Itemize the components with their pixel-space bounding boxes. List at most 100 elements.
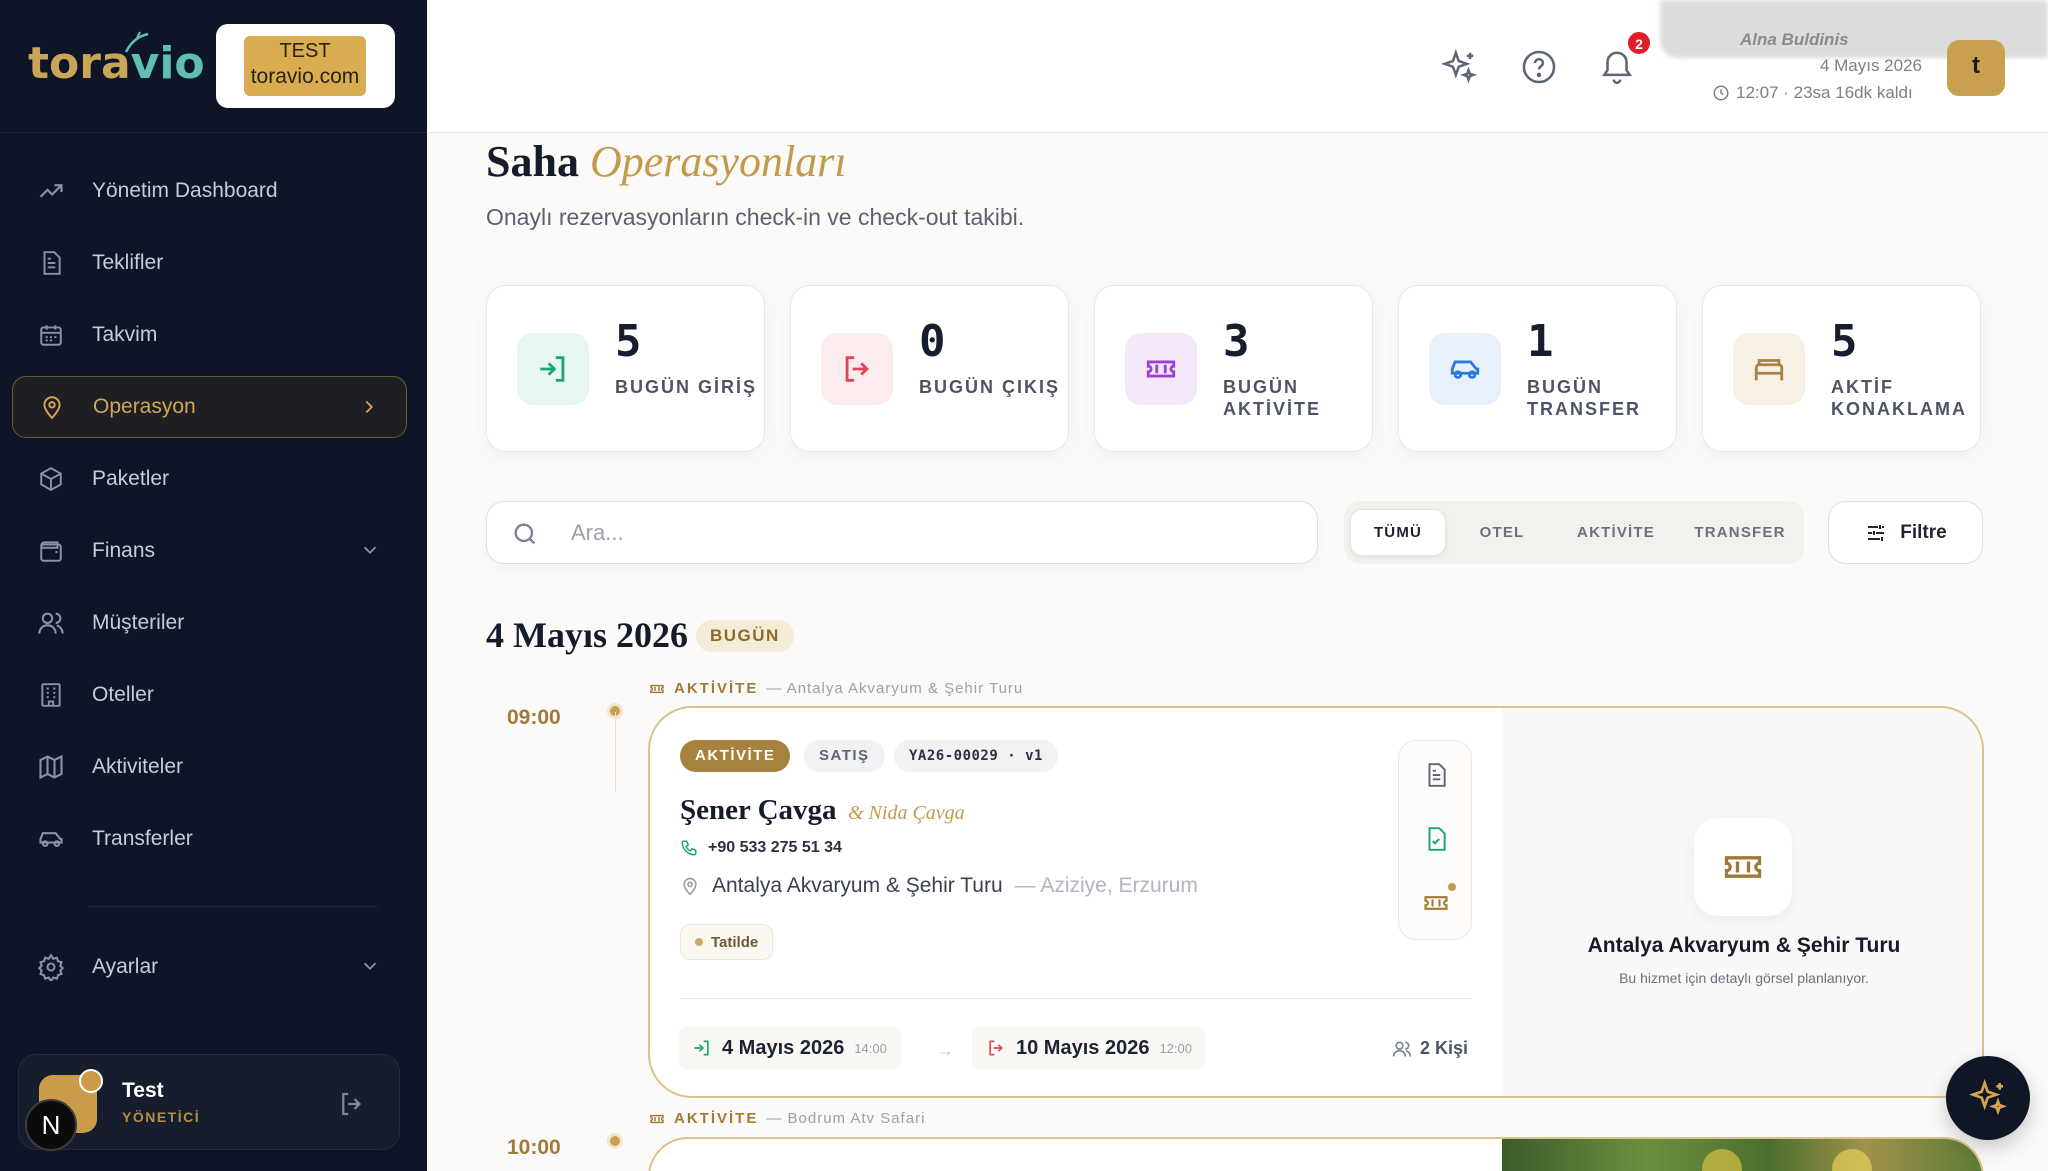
pill-reservation-code[interactable]: YA26-00029 · v1 bbox=[894, 740, 1058, 772]
env-label: TEST bbox=[279, 40, 331, 62]
car-icon bbox=[36, 824, 66, 854]
filter-button[interactable]: Filtre bbox=[1828, 501, 1983, 564]
checkin-time: 14:00 bbox=[854, 1040, 887, 1056]
stat-card-accommodation[interactable]: 5 AKTİF KONAKLAMA bbox=[1702, 285, 1981, 452]
sidebar-item-ayarlar[interactable]: Ayarlar bbox=[12, 936, 407, 998]
sidebar-item-paketler[interactable]: Paketler bbox=[12, 448, 407, 510]
sidebar-item-musteriler[interactable]: Müşteriler bbox=[12, 592, 407, 654]
sidebar-item-label: Takvim bbox=[92, 323, 158, 346]
event-card[interactable] bbox=[648, 1137, 1984, 1171]
status-badge: Tatilde bbox=[680, 924, 774, 960]
login-icon bbox=[517, 333, 589, 405]
event-time: 10:00 bbox=[507, 1136, 561, 1159]
people-label: 2 Kişi bbox=[1420, 1038, 1469, 1058]
tab-transfer[interactable]: TRANSFER bbox=[1684, 509, 1796, 556]
map-pin-icon bbox=[683, 877, 697, 896]
stat-value: 0 bbox=[919, 316, 946, 367]
page-title: Saha Operasyonları bbox=[486, 137, 847, 186]
file-check-icon[interactable] bbox=[1412, 815, 1460, 863]
help-icon[interactable] bbox=[1520, 48, 1558, 86]
clock-icon bbox=[1713, 85, 1729, 101]
bell-icon[interactable] bbox=[1598, 48, 1636, 86]
sidebar-item-takvim[interactable]: Takvim bbox=[12, 304, 407, 366]
tab-hotel[interactable]: OTEL bbox=[1454, 509, 1550, 556]
sidebar-item-label: Finans bbox=[92, 539, 156, 562]
event-photo bbox=[1502, 1139, 1982, 1171]
search-input[interactable] bbox=[571, 516, 1271, 550]
today-badge: BUGÜN bbox=[696, 620, 794, 652]
sidebar-item-dashboard[interactable]: Yönetim Dashboard bbox=[12, 160, 407, 222]
event-kind: AKTİVİTE bbox=[674, 1110, 759, 1127]
event-header: AKTİVİTE — Bodrum Atv Safari bbox=[648, 1110, 925, 1127]
stat-value: 1 bbox=[1527, 316, 1554, 367]
stat-card-checkout[interactable]: 0 BUGÜN ÇIKIŞ bbox=[790, 285, 1069, 452]
sidebar-nav: Yönetim Dashboard Teklifler Takvim Opera… bbox=[12, 160, 407, 880]
sidebar-item-transferler[interactable]: Transferler bbox=[12, 808, 407, 870]
event-head-name: — Antalya Akvaryum & Şehir Turu bbox=[766, 680, 1024, 697]
ai-assistant-button[interactable] bbox=[1946, 1056, 2030, 1140]
avatar[interactable]: t bbox=[1947, 40, 2005, 96]
stat-value: 3 bbox=[1223, 316, 1250, 367]
document-icon[interactable] bbox=[1412, 751, 1460, 799]
time-remaining: 12:07 · 23sa 16dk kaldı bbox=[1712, 83, 1913, 103]
day-title: 4 Mayıs 2026 bbox=[486, 615, 688, 655]
chevron-down-icon bbox=[359, 955, 381, 977]
guest-phone[interactable]: +90 533 275 51 34 bbox=[680, 839, 842, 857]
event-card[interactable]: AKTİVİTE SATIŞ YA26-00029 · v1 Şener Çav… bbox=[648, 706, 1984, 1098]
divider bbox=[0, 132, 427, 133]
user-card[interactable]: N Test YÖNETİCİ bbox=[18, 1054, 400, 1151]
sidebar-item-label: Paketler bbox=[92, 467, 170, 490]
package-icon bbox=[36, 464, 66, 494]
divider bbox=[680, 998, 1472, 999]
shield-icon bbox=[79, 1069, 103, 1093]
sidebar-item-label: Teklifler bbox=[92, 251, 164, 274]
sidebar-item-teklifler[interactable]: Teklifler bbox=[12, 232, 407, 294]
event-kind: AKTİVİTE bbox=[674, 680, 759, 697]
ticket-icon bbox=[1694, 818, 1792, 916]
ticket-icon[interactable] bbox=[1412, 879, 1460, 927]
sidebar-item-finans[interactable]: Finans bbox=[12, 520, 407, 582]
logout-icon[interactable] bbox=[337, 1089, 367, 1119]
chevron-right-icon bbox=[358, 396, 380, 418]
tab-all[interactable]: TÜMÜ bbox=[1350, 509, 1446, 556]
companion-name: & Nida Çavga bbox=[848, 802, 965, 824]
stat-card-activity[interactable]: 3 BUGÜN AKTİVİTE bbox=[1094, 285, 1373, 452]
user-initial-badge[interactable]: N bbox=[25, 1099, 77, 1151]
sidebar-item-label: Transferler bbox=[92, 827, 193, 850]
stat-card-checkin[interactable]: 5 BUGÜN GİRİŞ bbox=[486, 285, 765, 452]
sidebar-item-label: Operasyon bbox=[93, 395, 196, 418]
stat-label: BUGÜN TRANSFER bbox=[1527, 377, 1641, 419]
time-remaining-text: 12:07 · 23sa 16dk kaldı bbox=[1736, 83, 1913, 102]
sidebar-item-aktiviteler[interactable]: Aktiviteler bbox=[12, 736, 407, 798]
sidebar-item-oteller[interactable]: Oteller bbox=[12, 664, 407, 726]
phone-icon bbox=[681, 840, 697, 856]
logo-leaf-icon bbox=[124, 31, 149, 53]
checkout-time: 12:00 bbox=[1159, 1040, 1192, 1056]
stat-card-transfer[interactable]: 1 BUGÜN TRANSFER bbox=[1398, 285, 1677, 452]
environment-badge: TEST toravio.com bbox=[216, 24, 395, 108]
sidebar-item-operasyon[interactable]: Operasyon bbox=[12, 376, 407, 438]
tab-activity[interactable]: AKTİVİTE bbox=[1556, 509, 1676, 556]
notification-count: 2 bbox=[1626, 30, 1652, 56]
event-visual-placeholder: Antalya Akvaryum & Şehir Turu Bu hizmet … bbox=[1502, 708, 1982, 1096]
sparkles-icon[interactable] bbox=[1440, 48, 1478, 86]
logout-icon bbox=[989, 1040, 1004, 1056]
wallet-icon bbox=[36, 536, 66, 566]
brand-area: toravio TEST toravio.com bbox=[0, 0, 427, 133]
stat-label: BUGÜN GİRİŞ bbox=[615, 377, 758, 397]
trend-icon bbox=[36, 176, 66, 206]
timeline-dot bbox=[607, 1133, 623, 1149]
map-icon bbox=[36, 752, 66, 782]
placeholder-subtitle: Bu hizmet için detaylı görsel planlanıyo… bbox=[1619, 970, 1869, 986]
logo[interactable]: toravio bbox=[28, 38, 205, 89]
current-date: 4 Mayıs 2026 bbox=[1819, 56, 1922, 75]
checkout-date: 10 Mayıs 2026 12:00 bbox=[972, 1026, 1206, 1070]
checkin-day: 4 Mayıs 2026 bbox=[722, 1036, 845, 1059]
sidebar-item-label: Yönetim Dashboard bbox=[92, 179, 278, 202]
logout-icon bbox=[821, 333, 893, 405]
location-sub: — Aziziye, Erzurum bbox=[1014, 874, 1198, 897]
arrow-right-icon: → bbox=[936, 1040, 954, 1060]
event-header: AKTİVİTE — Antalya Akvaryum & Şehir Turu bbox=[648, 680, 1023, 697]
calendar-icon bbox=[36, 320, 66, 350]
ticket-icon bbox=[650, 1114, 664, 1123]
